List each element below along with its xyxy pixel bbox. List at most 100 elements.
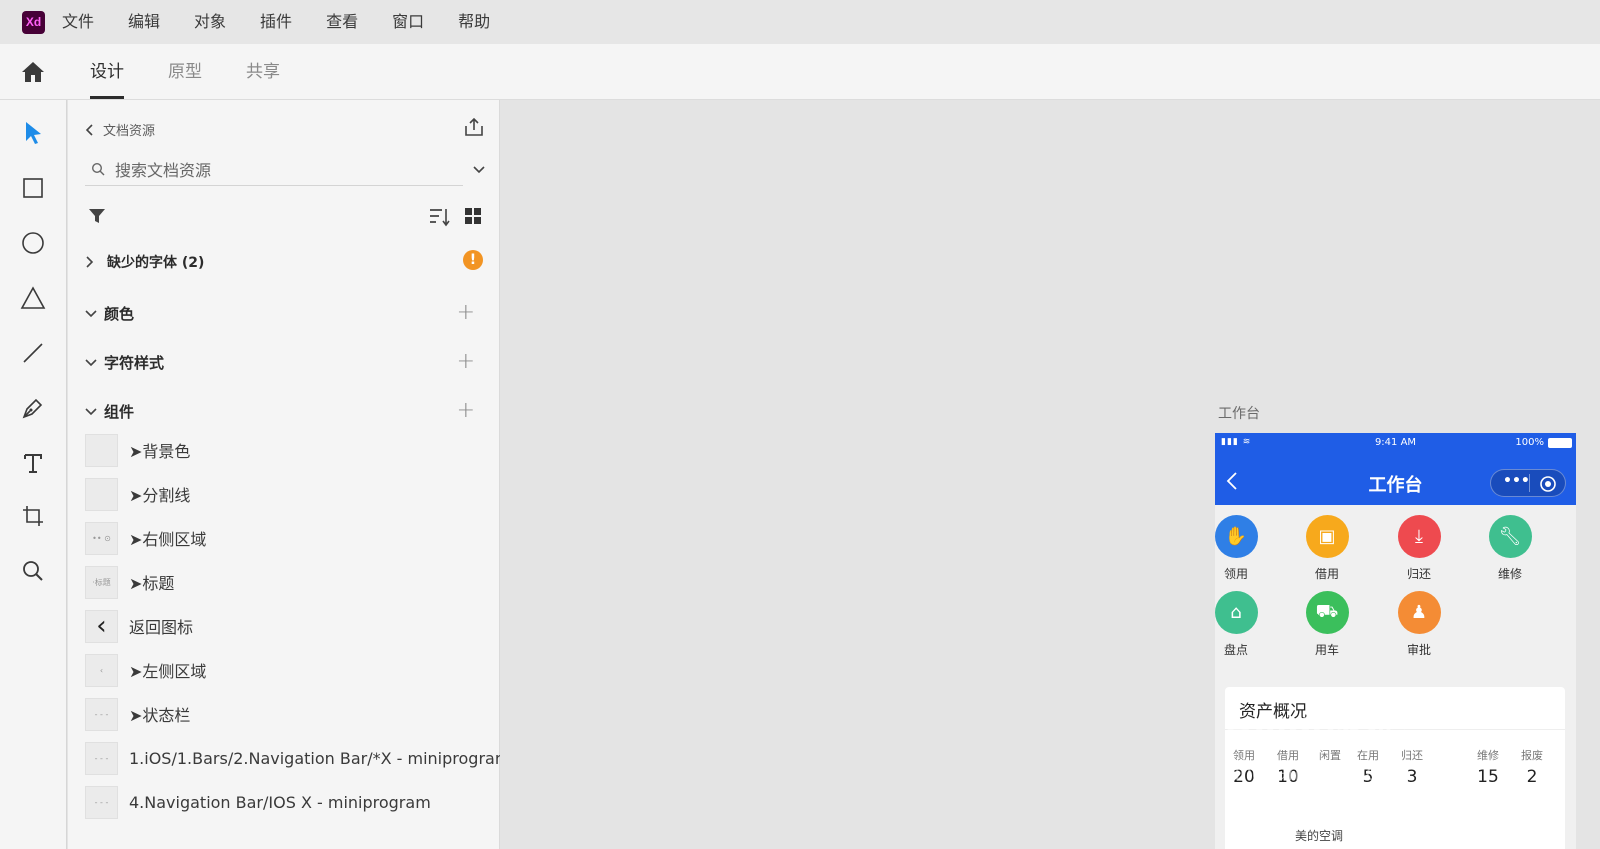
char-styles-title: 字符样式 [104,354,165,372]
stat-item: 报废 2 [1521,747,1543,787]
polygon-icon[interactable] [18,283,48,313]
tab-design[interactable]: 设计 [90,44,124,100]
baidu-watermark-url: jingyan.baidu.com [1230,760,1408,785]
char-styles-section[interactable]: 字符样式 [85,352,164,373]
wrench-icon: 🔧︎ [1488,515,1532,558]
artboard-label[interactable]: 工作台 [1218,403,1260,423]
menu-object[interactable]: 对象 [177,0,243,44]
app-item: ⛟ 用车 [1297,591,1357,658]
menu-help[interactable]: 帮助 [441,0,507,44]
component-thumbnail [85,433,118,467]
select-icon[interactable] [18,118,48,148]
component-item[interactable]: ‹ ➤左侧区域 [85,653,206,687]
app-label: 借用 [1314,567,1339,581]
search-icon [91,162,105,175]
component-label: 返回图标 [129,618,194,637]
grid-view-icon[interactable] [464,207,482,229]
rectangle-icon[interactable] [18,173,48,203]
mode-bar: 设计 原型 共享 [0,44,1600,100]
pen-icon[interactable] [18,393,48,423]
component-thumbnail: •• ⊙ [85,521,118,555]
home-icon[interactable] [20,59,46,85]
component-label: ➤背景色 [129,442,191,461]
tab-share[interactable]: 共享 [246,44,280,100]
app-item: ⤓ 归还 [1389,515,1449,582]
tray-icon: ⤓ [1397,515,1441,558]
filter-icon[interactable] [88,207,106,229]
menu-bar: Xd 文件 编辑 对象 插件 查看 窗口 帮助 [0,0,1600,44]
document-hand-icon: ✋ [1215,515,1258,558]
components-section[interactable]: 组件 [85,401,134,422]
zoom-icon[interactable] [18,556,48,586]
search-box[interactable]: 搜索文档资源 [85,152,463,186]
component-thumbnail: ‹ [85,609,118,643]
add-color-icon[interactable]: + [457,302,475,324]
component-item[interactable]: •• ⊙ ➤右侧区域 [85,521,206,555]
stat-label: 报废 [1521,749,1543,762]
app-label: 审批 [1406,643,1431,657]
item-name: 美的空调 [1295,829,1344,843]
tab-prototype[interactable]: 原型 [168,44,202,100]
component-thumbnail: - - - [85,697,118,731]
app-item: ▣ 借用 [1297,515,1357,582]
sort-icon[interactable] [429,207,451,231]
component-thumbnail: - - - [85,785,118,819]
menu-view[interactable]: 查看 [309,0,375,44]
chevron-down-icon[interactable] [472,160,486,179]
chevron-down-icon [85,309,97,317]
menu-window[interactable]: 窗口 [375,0,441,44]
component-label: ➤状态栏 [129,706,191,725]
ellipse-icon[interactable] [18,228,48,258]
chevron-left-icon [85,123,93,136]
component-item[interactable]: ‹ 返回图标 [85,609,193,643]
battery-icon [1548,438,1572,448]
box-icon: ▣ [1305,515,1349,558]
component-item[interactable]: - - - 4.Navigation Bar/IOS X - miniprogr… [85,785,431,819]
app-item: 🔧︎ 维修 [1480,515,1540,582]
line-icon[interactable] [18,338,48,368]
app-label: 归还 [1406,567,1431,581]
missing-fonts-section[interactable]: 缺少的字体 (2) [85,252,204,272]
back-to-assets[interactable]: 文档资源 [85,120,155,139]
capsule-menu: ••• [1490,469,1566,497]
component-item[interactable]: ➤分割线 [85,477,190,511]
chevron-right-icon [86,256,94,268]
component-label: ➤左侧区域 [129,662,207,681]
component-item[interactable]: ·标题 ➤标题 [85,565,174,599]
stamp-icon: ♟ [1397,591,1441,634]
app-item: ⌂ 盘点 [1215,591,1266,658]
app-label: 盘点 [1223,643,1248,657]
chevron-down-icon [85,358,97,366]
colors-section[interactable]: 颜色 [85,303,134,324]
warning-icon[interactable]: ! [463,250,483,270]
artboard[interactable]: ▮▮▮ ≋ 9:41 AM 100% 工作台 ••• ✋ 领用 ▣ 借用 ⤓ 归… [1215,433,1576,849]
component-item[interactable]: - - - 1.iOS/1.Bars/2.Navigation Bar/*X -… [85,741,510,775]
stat-item: 维修 15 [1477,747,1499,787]
add-char-style-icon[interactable]: + [457,351,475,373]
component-item[interactable]: ➤背景色 [85,433,190,467]
menu-plugins[interactable]: 插件 [243,0,309,44]
search-placeholder: 搜索文档资源 [115,160,212,180]
add-component-icon[interactable]: + [457,400,475,422]
export-icon[interactable] [464,117,484,141]
tool-bar [0,100,67,849]
artboard-icon[interactable] [18,501,48,531]
app-label: 用车 [1314,643,1339,657]
menu-edit[interactable]: 编辑 [111,0,177,44]
app-label: 维修 [1497,567,1522,581]
phone-header: ▮▮▮ ≋ 9:41 AM 100% 工作台 ••• [1215,433,1576,505]
baidu-watermark: Baidu经验 [1225,711,1417,755]
component-item[interactable]: - - - ➤状态栏 [85,697,190,731]
xd-logo-icon: Xd [22,10,45,34]
status-battery: 100% [1515,437,1544,448]
more-icon: ••• [1503,473,1530,489]
component-label: ➤分割线 [129,486,191,505]
app-item: ✋ 领用 [1215,515,1266,582]
stat-value: 2 [1526,767,1538,787]
component-label: ➤右侧区域 [129,530,207,549]
target-icon [1540,476,1556,492]
component-label: 4.Navigation Bar/IOS X - miniprogram [129,792,431,812]
menu-file[interactable]: 文件 [45,0,111,44]
component-thumbnail: ·标题 [85,565,118,599]
text-icon[interactable] [18,448,48,478]
